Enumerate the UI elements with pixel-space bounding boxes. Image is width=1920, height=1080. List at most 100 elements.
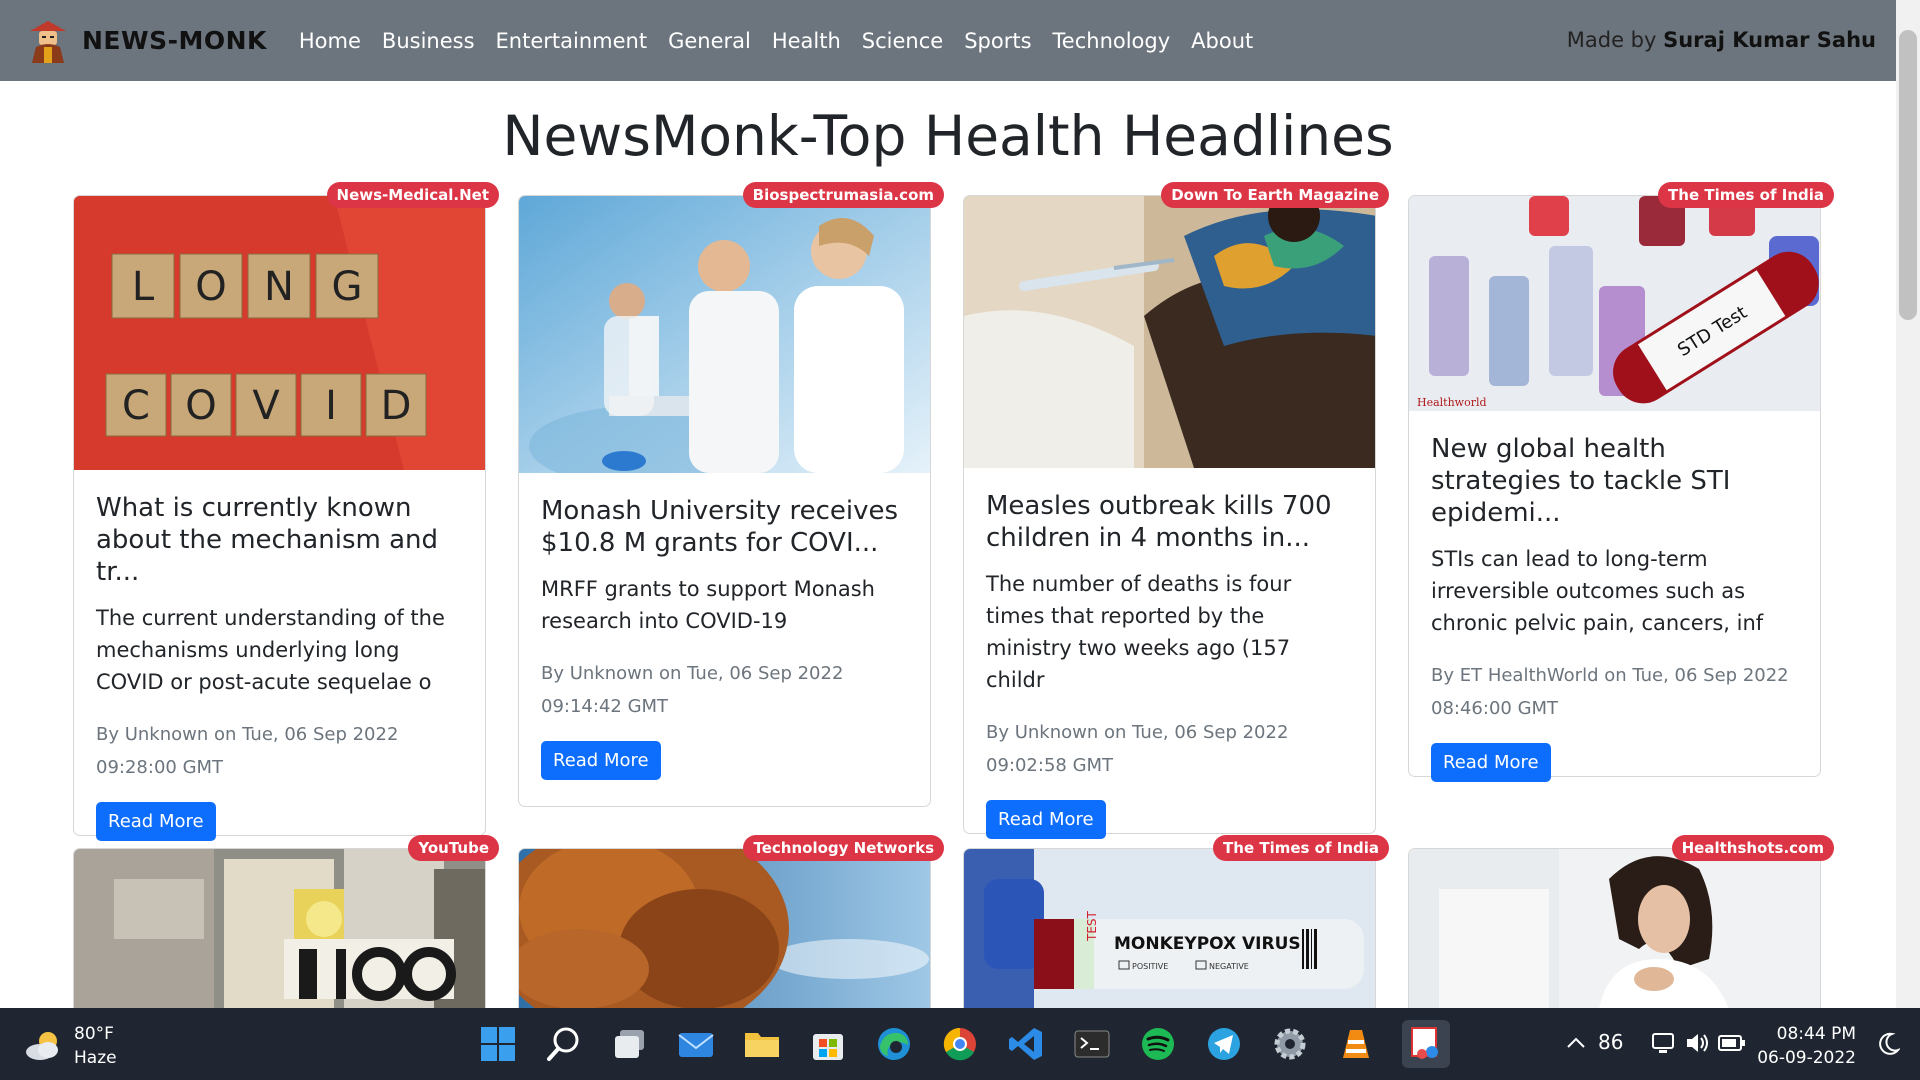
card-meta: By Unknown on Tue, 06 Sep 2022 09:28:00 … [96, 724, 399, 778]
microsoft-store-icon[interactable] [808, 1024, 848, 1064]
source-badge: YouTube [408, 835, 499, 861]
mail-icon[interactable] [676, 1024, 716, 1064]
windows-taskbar: 80°F Haze 86 08:44 PM 06-09-2022 [0, 1008, 1920, 1080]
tile-letter: N [264, 264, 294, 310]
read-more-button[interactable]: Read More [986, 800, 1106, 839]
card-description: MRFF grants to support Monash research i… [541, 577, 875, 633]
made-by-prefix: Made by [1566, 28, 1657, 52]
card-meta: By Unknown on Tue, 06 Sep 2022 09:02:58 … [986, 722, 1289, 776]
card-description: The number of deaths is four times that … [986, 572, 1292, 692]
nav-technology[interactable]: Technology [1053, 29, 1171, 53]
news-card: The Times of India STD Test Healthworld [1408, 182, 1834, 782]
author-name: Suraj Kumar Sahu [1663, 28, 1876, 52]
news-image [519, 849, 930, 1009]
made-by-credit: Made by Suraj Kumar Sahu [1567, 28, 1876, 52]
edge-browser-icon[interactable] [874, 1024, 914, 1064]
terminal-icon[interactable] [1072, 1024, 1112, 1064]
search-icon[interactable] [544, 1024, 584, 1064]
nav-sports[interactable]: Sports [964, 29, 1031, 53]
volume-icon[interactable] [1684, 1030, 1710, 1060]
weather-haze-icon [26, 1032, 58, 1060]
brand-name: NEWS-MONK [82, 26, 267, 55]
read-more-button[interactable]: Read More [541, 741, 661, 780]
source-badge: Down To Earth Magazine [1161, 182, 1389, 208]
nav-home[interactable]: Home [299, 29, 361, 53]
watermark-text: Healthworld [1417, 396, 1487, 409]
source-badge: Biospectrumasia.com [742, 182, 944, 208]
news-image [519, 196, 930, 473]
source-badge: Healthshots.com [1671, 835, 1834, 861]
nav-about[interactable]: About [1191, 29, 1253, 53]
chrome-browser-icon[interactable] [940, 1024, 980, 1064]
snipping-tool-icon[interactable] [1402, 1020, 1450, 1068]
vlc-icon[interactable] [1336, 1024, 1376, 1064]
nav-links: Home Business Entertainment General Heal… [299, 29, 1274, 53]
virus-label: MONKEYPOX VIRUS [1114, 934, 1301, 954]
news-image [74, 849, 485, 1009]
system-clock[interactable]: 08:44 PM 06-09-2022 [1757, 1022, 1856, 1070]
read-more-button[interactable]: Read More [1431, 743, 1551, 782]
news-image: L O N G C O V I D [74, 196, 485, 470]
source-badge: The Times of India [1658, 182, 1834, 208]
card-body: Measles outbreak kills 700 children in 4… [964, 468, 1375, 859]
news-image [1409, 849, 1820, 1009]
windows-start-icon[interactable] [478, 1024, 518, 1064]
page-scrollbar[interactable] [1896, 0, 1920, 1008]
nav-general[interactable]: General [668, 29, 751, 53]
card-title: What is currently known about the mechan… [96, 493, 438, 587]
top-navbar: NEWS-MONK Home Business Entertainment Ge… [0, 0, 1896, 81]
nav-business[interactable]: Business [382, 29, 475, 53]
read-more-button[interactable]: Read More [96, 802, 216, 841]
news-card: Biospectrumasia.com Monash University re… [518, 182, 944, 807]
telegram-icon[interactable] [1204, 1024, 1244, 1064]
scrollbar-thumb[interactable] [1899, 30, 1917, 320]
weather-text: 80°F Haze [74, 1022, 117, 1070]
vscode-icon[interactable] [1006, 1024, 1046, 1064]
tile-letter: C [122, 383, 150, 429]
file-explorer-icon[interactable] [742, 1024, 782, 1064]
nav-science[interactable]: Science [862, 29, 943, 53]
card-title: Monash University receives $10.8 M grant… [541, 496, 899, 558]
clock-date: 06-09-2022 [1757, 1048, 1856, 1068]
tile-letter: O [185, 383, 216, 429]
weather-widget[interactable]: 80°F Haze [24, 1022, 117, 1070]
brand[interactable]: NEWS-MONK [26, 17, 267, 65]
card-body: What is currently known about the mechan… [74, 470, 485, 861]
weather-desc: Haze [74, 1048, 117, 1068]
card-body: Monash University receives $10.8 M grant… [519, 473, 930, 800]
nav-entertainment[interactable]: Entertainment [496, 29, 648, 53]
tile-letter: V [252, 383, 280, 429]
tile-letter: L [132, 264, 155, 310]
news-image [964, 196, 1375, 468]
weather-temp: 80°F [74, 1024, 114, 1044]
card-description: STIs can lead to long-term irreversible … [1431, 547, 1764, 635]
negative-label: NEGATIVE [1209, 962, 1249, 971]
tile-letter: O [195, 264, 226, 310]
tray-counter[interactable]: 86 [1598, 1030, 1623, 1054]
card-title: New global health strategies to tackle S… [1431, 434, 1731, 528]
nav-health[interactable]: Health [772, 29, 841, 53]
card-body: New global health strategies to tackle S… [1409, 411, 1820, 802]
page-title: NewsMonk-Top Health Headlines [502, 104, 1394, 168]
clock-time: 08:44 PM [1776, 1024, 1856, 1044]
network-icon[interactable] [1650, 1030, 1676, 1060]
tile-letter: I [325, 383, 337, 429]
settings-gear-icon[interactable] [1270, 1024, 1310, 1064]
news-card: News-Medical.Net L O N G C O V I D What … [73, 182, 499, 841]
news-card: Down To Earth Magazine Measles outbreak … [963, 182, 1389, 839]
news-image: STD Test Healthworld [1409, 196, 1820, 411]
tile-letter: D [381, 383, 412, 429]
battery-icon[interactable] [1718, 1034, 1746, 1056]
chevron-up-icon[interactable] [1566, 1034, 1586, 1053]
notification-moon-icon[interactable] [1878, 1032, 1901, 1060]
tile-letter: G [332, 264, 363, 310]
source-badge: The Times of India [1213, 835, 1389, 861]
monk-logo-icon [26, 17, 70, 65]
source-badge: News-Medical.Net [326, 182, 499, 208]
card-meta: By ET HealthWorld on Tue, 06 Sep 2022 08… [1431, 665, 1789, 719]
spotify-icon[interactable] [1138, 1024, 1178, 1064]
card-meta: By Unknown on Tue, 06 Sep 2022 09:14:42 … [541, 663, 844, 717]
task-view-icon[interactable] [610, 1024, 650, 1064]
source-badge: Technology Networks [743, 835, 944, 861]
card-description: The current understanding of the mechani… [96, 606, 445, 694]
